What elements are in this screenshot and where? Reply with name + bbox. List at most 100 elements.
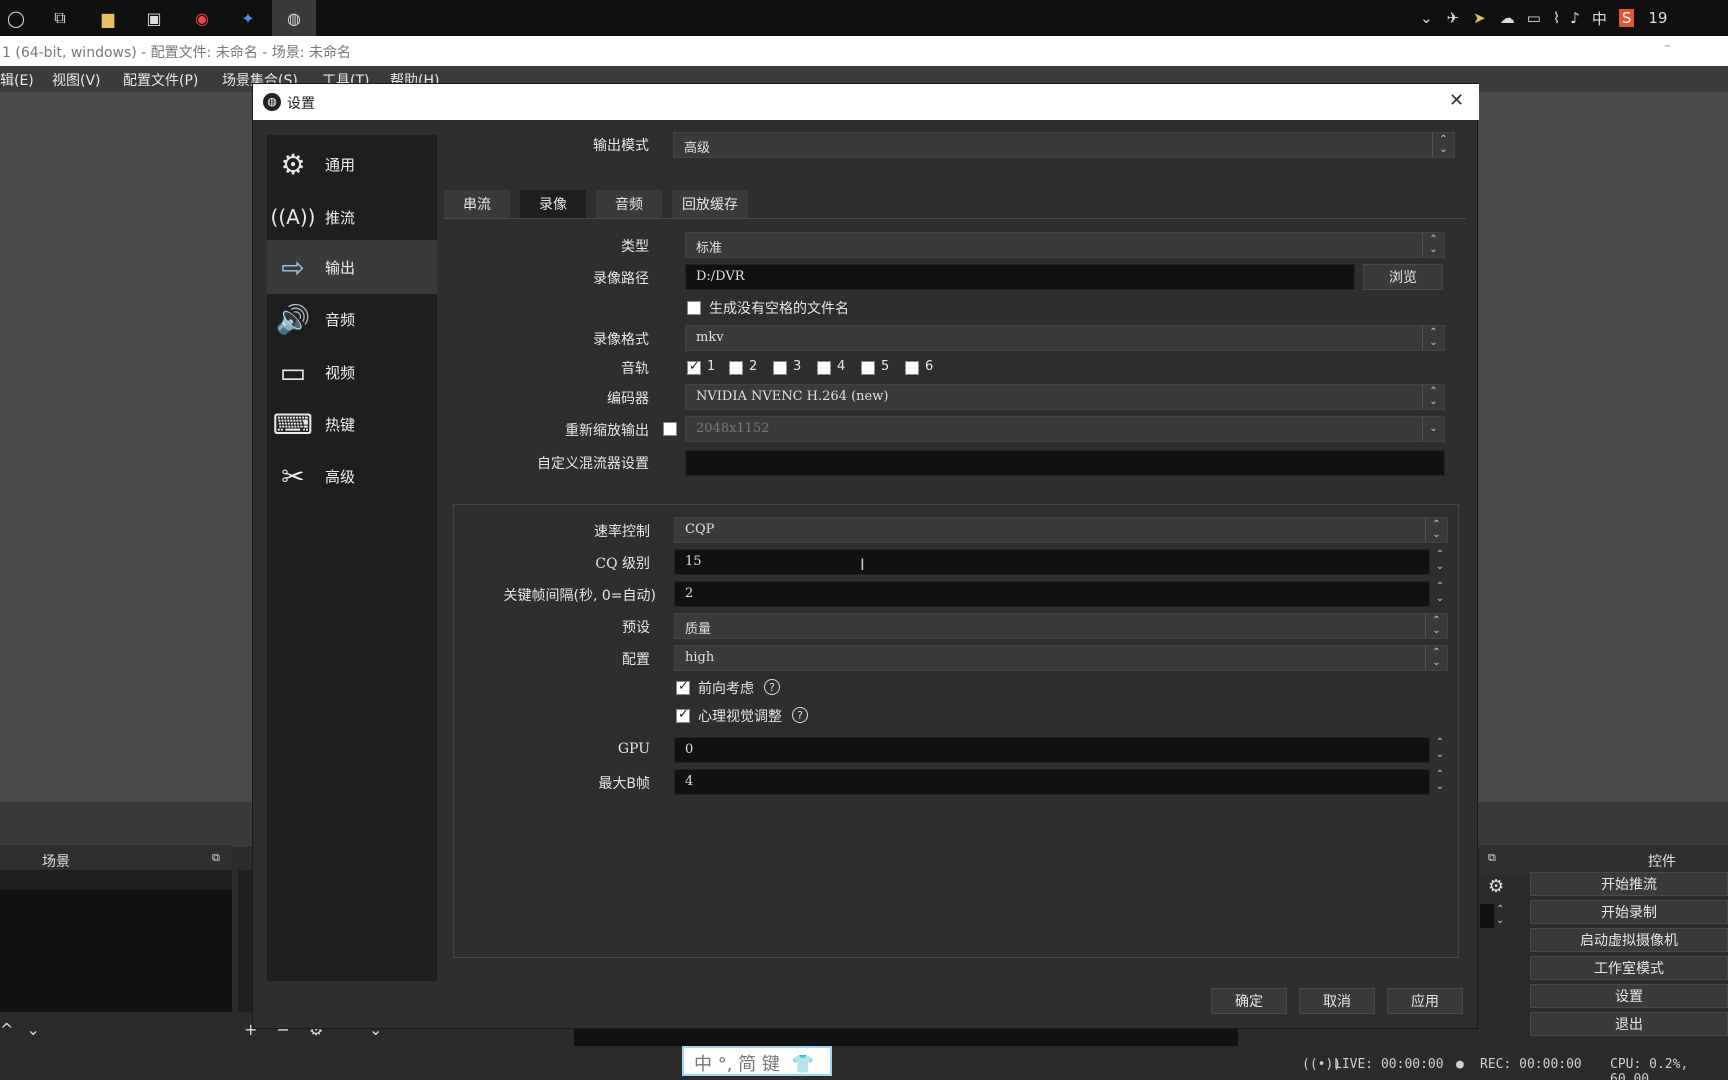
ok-button[interactable]: 确定 <box>1211 988 1287 1014</box>
store-icon[interactable]: ▣ <box>142 6 166 30</box>
rescale-select[interactable]: 2048x1152 ⌄ <box>685 416 1445 442</box>
exit-button[interactable]: 退出 <box>1530 1012 1728 1036</box>
encoder-select[interactable]: NVIDIA NVENC H.264 (new) ⌃ ⌄ <box>685 384 1445 410</box>
task-view-icon[interactable]: ⧉ <box>48 6 72 30</box>
max-bframes-label: 最大B帧 <box>598 776 650 792</box>
obs-taskbar-button[interactable]: ◍ <box>272 0 316 36</box>
file-explorer-icon[interactable]: ▆ <box>96 6 120 30</box>
help-icon[interactable]: ? <box>792 707 808 723</box>
recording-path-input[interactable]: D:/DVR <box>685 264 1355 290</box>
apply-button[interactable]: 应用 <box>1387 988 1463 1014</box>
output-mode-label: 输出模式 <box>593 138 649 154</box>
sidebar-item-label: 通用 <box>325 155 356 174</box>
duration-spinner[interactable]: ⌃ ⌄ <box>1496 904 1504 926</box>
sidebar-item-stream[interactable]: ((A)) 推流 <box>267 190 437 244</box>
ime-toolbar[interactable]: 中 °, 简 键 👕 <box>682 1046 832 1076</box>
preset-select[interactable]: 质量 ⌃ ⌄ <box>674 613 1448 639</box>
sidebar-item-audio[interactable]: 🔊 音频 <box>267 292 437 346</box>
sidebar-item-output[interactable]: ⇨ 输出 <box>267 240 437 294</box>
updown-arrows-icon: ⌃ ⌄ <box>1422 385 1444 409</box>
cq-level-input[interactable]: 15 <box>674 549 1430 575</box>
preset-label: 预设 <box>622 620 650 636</box>
recording-format-value: mkv <box>696 330 724 345</box>
scenes-list[interactable] <box>0 870 232 1012</box>
cancel-button[interactable]: 取消 <box>1299 988 1375 1014</box>
keyframe-interval-input[interactable]: 2 <box>674 581 1430 607</box>
minimize-button[interactable]: – <box>1664 38 1671 54</box>
menu-profile[interactable]: 配置文件(P) <box>123 70 198 90</box>
chevron-down-icon[interactable]: ⌄ <box>27 1020 40 1039</box>
menu-view[interactable]: 视图(V) <box>52 70 101 90</box>
start-recording-button[interactable]: 开始录制 <box>1530 900 1728 924</box>
keyframe-interval-spinner[interactable]: ⌃ ⌄ <box>1430 581 1450 607</box>
start-virtual-camera-button[interactable]: 启动虚拟摄像机 <box>1530 928 1728 952</box>
chevron-up-icon[interactable]: ^ <box>0 1020 13 1039</box>
track-6-checkbox[interactable] <box>905 361 919 375</box>
chevron-up-icon[interactable]: ⌄ <box>1420 9 1433 27</box>
rate-control-select[interactable]: CQP ⌃ ⌄ <box>674 517 1448 543</box>
undock-icon[interactable]: ⧉ <box>1488 851 1496 865</box>
profile-select[interactable]: high ⌃ ⌄ <box>674 645 1448 671</box>
track-2-label: 2 <box>749 359 758 374</box>
gear-icon: ⚙ <box>280 147 306 181</box>
psychovisual-checkbox[interactable] <box>676 707 690 723</box>
track-5-checkbox[interactable] <box>861 361 875 375</box>
sidebar-item-hotkeys[interactable]: ⌨ 热键 <box>267 397 437 451</box>
track-1-checkbox[interactable] <box>687 359 701 375</box>
ime-indicator[interactable]: 中 <box>1592 8 1607 29</box>
gpu-input[interactable]: 0 <box>674 737 1430 763</box>
browse-button[interactable]: 浏览 <box>1363 264 1443 290</box>
type-value: 标准 <box>696 241 723 256</box>
track-4-checkbox[interactable] <box>817 361 831 375</box>
nospace-label: 生成没有空格的文件名 <box>709 301 849 317</box>
muxer-settings-input[interactable] <box>685 450 1445 476</box>
sogou-icon[interactable]: S <box>1618 9 1635 27</box>
type-select[interactable]: 标准 ⌃ ⌄ <box>685 232 1445 258</box>
sidebar-item-advanced[interactable]: ✂ 高级 <box>267 449 437 503</box>
track-2-checkbox[interactable] <box>729 361 743 375</box>
dialog-title: 设置 <box>287 96 315 112</box>
nospace-checkbox[interactable] <box>687 301 701 315</box>
clock[interactable]: 19 <box>1648 9 1667 27</box>
volume-icon[interactable]: ♪ <box>1570 9 1580 27</box>
max-bframes-input[interactable]: 4 <box>674 769 1430 795</box>
cortana-icon[interactable]: ◯ <box>4 6 28 30</box>
chrome-icon[interactable]: ◉ <box>190 6 214 30</box>
cq-level-spinner[interactable]: ⌃ ⌄ <box>1430 549 1450 575</box>
sidebar-item-label: 推流 <box>325 208 356 227</box>
tab-recording[interactable]: 录像 <box>520 190 586 218</box>
plane-icon[interactable]: ✈ <box>1447 9 1460 27</box>
output-mode-select[interactable]: 高级 ⌃ ⌄ <box>673 132 1455 158</box>
studio-mode-button[interactable]: 工作室模式 <box>1530 956 1728 980</box>
sidebar-item-video[interactable]: ▭ 视频 <box>267 345 437 399</box>
app-icon[interactable]: ✦ <box>236 6 260 30</box>
start-streaming-button[interactable]: 开始推流 <box>1530 872 1728 896</box>
gpu-spinner[interactable]: ⌃ ⌄ <box>1430 737 1450 763</box>
send-icon[interactable]: ➤ <box>1473 9 1486 27</box>
help-icon[interactable]: ? <box>764 679 780 695</box>
tab-stream[interactable]: 串流 <box>444 190 510 218</box>
rescale-checkbox[interactable] <box>663 422 677 436</box>
recording-format-select[interactable]: mkv ⌃ ⌄ <box>685 325 1445 351</box>
undock-icon[interactable]: ⧉ <box>212 851 220 865</box>
menu-edit[interactable]: 辑(E) <box>0 70 34 90</box>
tab-replay-buffer[interactable]: 回放缓存 <box>672 190 748 218</box>
cq-level-label: CQ 级别 <box>595 556 650 572</box>
shirt-icon[interactable]: 👕 <box>792 1054 814 1075</box>
lookahead-checkbox[interactable] <box>676 679 690 695</box>
transition-gear-icon[interactable]: ⚙ <box>1488 876 1504 897</box>
transition-duration-field[interactable] <box>1480 904 1494 928</box>
tab-audio[interactable]: 音频 <box>596 190 662 218</box>
close-button[interactable]: ✕ <box>1449 90 1464 111</box>
battery-icon[interactable]: ▭ <box>1527 9 1541 27</box>
track-3-checkbox[interactable] <box>773 361 787 375</box>
profile-label: 配置 <box>622 652 650 668</box>
settings-button[interactable]: 设置 <box>1530 984 1728 1008</box>
max-bframes-spinner[interactable]: ⌃ ⌄ <box>1430 769 1450 795</box>
sidebar-item-label: 输出 <box>325 258 356 277</box>
sidebar-item-general[interactable]: ⚙ 通用 <box>267 137 437 191</box>
wifi-icon[interactable]: ⌇ <box>1553 9 1560 27</box>
lookahead-label: 前向考虑 <box>698 681 754 697</box>
type-label: 类型 <box>621 239 649 255</box>
cloud-icon[interactable]: ☁ <box>1500 9 1515 27</box>
